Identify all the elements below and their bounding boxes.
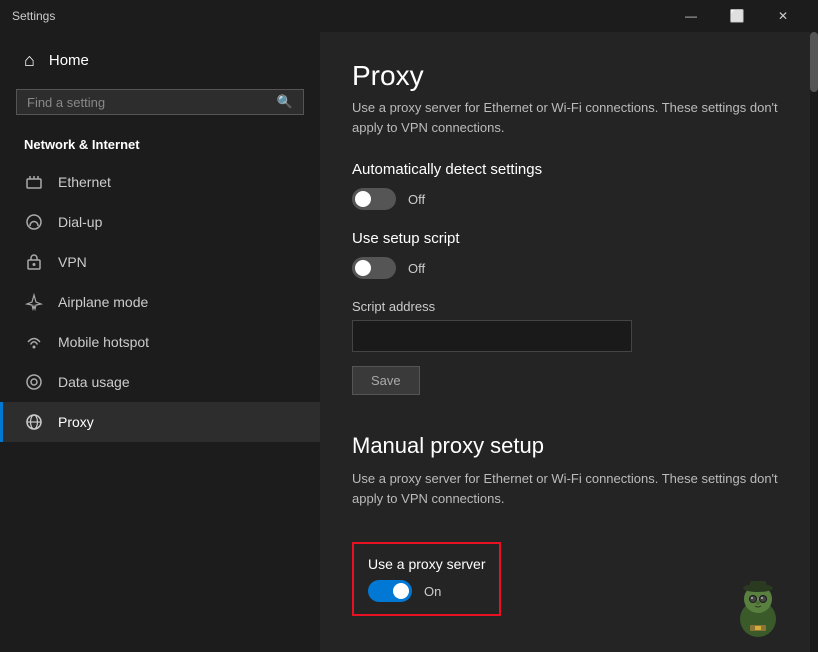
sidebar-item-vpn[interactable]: VPN xyxy=(0,242,320,282)
datausage-icon xyxy=(24,372,44,392)
minimize-button[interactable]: — xyxy=(668,0,714,32)
page-title: Proxy xyxy=(352,60,786,92)
main-content: Proxy Use a proxy server for Ethernet or… xyxy=(320,32,818,652)
manual-proxy-section: Manual proxy setup Use a proxy server fo… xyxy=(352,433,786,616)
sidebar: ⌂ Home 🔍 Network & Internet Ethernet xyxy=(0,32,320,652)
auto-detect-state: Off xyxy=(408,192,425,207)
home-icon: ⌂ xyxy=(24,50,35,71)
manual-proxy-title: Manual proxy setup xyxy=(352,433,786,459)
auto-detect-toggle-thumb xyxy=(355,191,371,207)
setup-script-state: Off xyxy=(408,261,425,276)
use-proxy-toggle[interactable] xyxy=(368,580,412,602)
scrollbar-track[interactable] xyxy=(810,32,818,652)
close-button[interactable]: ✕ xyxy=(760,0,806,32)
use-proxy-state: On xyxy=(424,584,441,599)
vpn-icon xyxy=(24,252,44,272)
dialup-icon xyxy=(24,212,44,232)
proxy-server-box: Use a proxy server On xyxy=(352,542,501,616)
airplane-icon xyxy=(24,292,44,312)
auto-detect-heading: Automatically detect settings xyxy=(352,161,786,178)
settings-window: Settings — ⬜ ✕ ⌂ Home 🔍 Network & Intern… xyxy=(0,0,818,652)
hotspot-label: Mobile hotspot xyxy=(58,334,149,350)
vpn-label: VPN xyxy=(58,254,87,270)
search-box[interactable]: 🔍 xyxy=(16,89,304,115)
section-label: Network & Internet xyxy=(0,131,320,162)
save-button[interactable]: Save xyxy=(352,366,420,395)
setup-script-toggle[interactable] xyxy=(352,257,396,279)
search-icon: 🔍 xyxy=(277,94,293,110)
use-proxy-label: Use a proxy server xyxy=(368,556,485,572)
hotspot-icon xyxy=(24,332,44,352)
home-label: Home xyxy=(49,52,89,69)
manual-proxy-description: Use a proxy server for Ethernet or Wi-Fi… xyxy=(352,469,786,508)
content-area: ⌂ Home 🔍 Network & Internet Ethernet xyxy=(0,32,818,652)
sidebar-item-dialup[interactable]: Dial-up xyxy=(0,202,320,242)
scrollbar-thumb[interactable] xyxy=(810,32,818,92)
sidebar-item-ethernet[interactable]: Ethernet xyxy=(0,162,320,202)
sidebar-home-item[interactable]: ⌂ Home xyxy=(0,40,320,81)
setup-script-toggle-thumb xyxy=(355,260,371,276)
airplane-label: Airplane mode xyxy=(58,294,148,310)
script-address-input[interactable] xyxy=(352,320,632,352)
datausage-label: Data usage xyxy=(58,374,130,390)
dialup-label: Dial-up xyxy=(58,214,102,230)
sidebar-item-datausage[interactable]: Data usage xyxy=(0,362,320,402)
script-address-label: Script address xyxy=(352,299,786,314)
setup-script-heading: Use setup script xyxy=(352,230,786,247)
use-proxy-row: On xyxy=(368,580,485,602)
proxy-label: Proxy xyxy=(58,414,94,430)
window-title: Settings xyxy=(12,9,668,23)
mascot-image xyxy=(728,577,788,642)
titlebar: Settings — ⬜ ✕ xyxy=(0,0,818,32)
search-input[interactable] xyxy=(27,95,269,110)
use-proxy-toggle-thumb xyxy=(393,583,409,599)
ethernet-icon xyxy=(24,172,44,192)
setup-script-row: Off xyxy=(352,257,786,279)
ethernet-label: Ethernet xyxy=(58,174,111,190)
proxy-description: Use a proxy server for Ethernet or Wi-Fi… xyxy=(352,98,786,137)
sidebar-item-hotspot[interactable]: Mobile hotspot xyxy=(0,322,320,362)
sidebar-item-airplane[interactable]: Airplane mode xyxy=(0,282,320,322)
auto-detect-row: Off xyxy=(352,188,786,210)
window-controls: — ⬜ ✕ xyxy=(668,0,806,32)
sidebar-item-proxy[interactable]: Proxy xyxy=(0,402,320,442)
auto-detect-toggle[interactable] xyxy=(352,188,396,210)
proxy-icon xyxy=(24,412,44,432)
maximize-button[interactable]: ⬜ xyxy=(714,0,760,32)
